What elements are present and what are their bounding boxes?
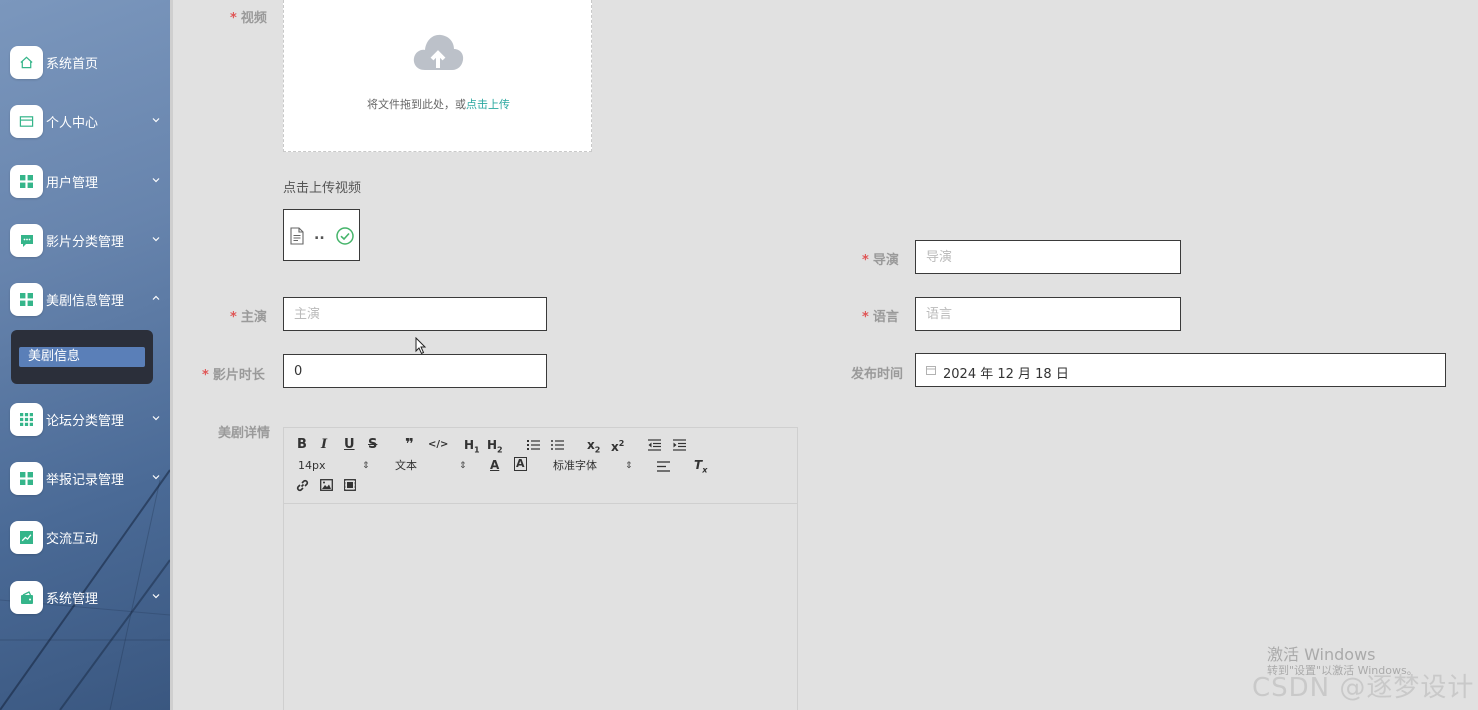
card-icon — [10, 105, 43, 138]
code-block-button[interactable]: </> — [428, 437, 448, 453]
chevron-down-icon — [152, 118, 160, 123]
publish-date-picker[interactable]: 2024 年 12 月 18 日 — [915, 353, 1446, 387]
sidebar-item-film-category[interactable]: 影片分类管理 — [0, 220, 170, 260]
sidebar-item-label: 美剧信息管理 — [46, 294, 125, 309]
chevron-down-icon — [152, 475, 160, 480]
underline-button[interactable]: U — [344, 437, 355, 453]
superscript-button[interactable]: x2 — [611, 436, 624, 455]
heading1-button[interactable]: H1 — [464, 437, 480, 458]
file-name: .. — [314, 227, 325, 243]
director-input[interactable] — [915, 240, 1181, 274]
duration-input[interactable] — [283, 354, 547, 388]
sidebar-item-label: 个人中心 — [46, 116, 99, 131]
chevron-down-icon — [152, 178, 160, 183]
submenu-drama-info: 美剧信息 — [11, 330, 153, 384]
sidebar-item-label: 论坛分类管理 — [46, 414, 125, 429]
sidebar-subitem-drama-info[interactable]: 美剧信息 — [19, 347, 145, 367]
chevron-down-icon — [152, 416, 160, 421]
strikethrough-button[interactable]: S — [368, 437, 377, 453]
sidebar-item-label: 举报记录管理 — [46, 473, 125, 488]
sidebar-item-home[interactable]: 系统首页 — [0, 42, 170, 82]
sidebar-item-label: 影片分类管理 — [46, 235, 125, 250]
csdn-watermark: CSDN @逐梦设计 — [1252, 673, 1475, 703]
chevron-down-icon — [152, 594, 160, 599]
outdent-icon[interactable] — [648, 439, 661, 451]
language-label: * 语言 — [862, 310, 899, 325]
sidebar-item-user-management[interactable]: 用户管理 — [0, 161, 170, 201]
mouse-cursor-icon — [415, 337, 427, 355]
upload-hint: 将文件拖到此处，或点击上传 — [367, 98, 510, 111]
calendar-icon — [926, 366, 936, 375]
image-icon[interactable] — [320, 479, 333, 491]
video-icon[interactable] — [344, 479, 356, 491]
rich-text-editor: B I U S ❞ </> H1 H2 x2 x2 14px ⇕ 文本 ⇕ A A … — [283, 427, 798, 710]
subscript-button[interactable]: x2 — [587, 437, 600, 458]
font-size-select[interactable]: 14px ⇕ — [298, 458, 370, 474]
editor-toolbar: B I U S ❞ </> H1 H2 x2 x2 14px ⇕ 文本 ⇕ A A … — [284, 428, 797, 504]
sidebar-item-label: 系统管理 — [46, 592, 99, 607]
duration-label: * 影片时长 — [202, 368, 265, 383]
language-input[interactable] — [915, 297, 1181, 331]
bullet-list-icon[interactable] — [551, 439, 564, 451]
apps-icon — [10, 403, 43, 436]
home-icon — [10, 46, 43, 79]
italic-button[interactable]: I — [321, 437, 327, 453]
sidebar: 系统首页 个人中心 用户管理 影片分类管理 美剧信息管理 美剧信息 论坛分类管理… — [0, 0, 170, 710]
details-label: 美剧详情 — [218, 426, 271, 441]
bold-button[interactable]: B — [297, 437, 307, 453]
sidebar-item-label: 系统首页 — [46, 57, 99, 72]
clear-format-button[interactable]: Tx — [694, 457, 707, 478]
publish-date-label: 发布时间 — [851, 367, 904, 382]
chart-icon — [10, 521, 43, 554]
background-color-button[interactable]: A — [514, 457, 527, 471]
uploaded-file-card[interactable]: .. — [283, 209, 360, 261]
text-type-select[interactable]: 文本 ⇕ — [395, 458, 467, 474]
upload-tip: 点击上传视频 — [283, 181, 362, 196]
font-color-button[interactable]: A — [490, 457, 499, 473]
grid-icon — [10, 165, 43, 198]
blockquote-button[interactable]: ❞ — [405, 436, 414, 452]
check-circle-icon — [336, 227, 354, 245]
sidebar-item-personal-center[interactable]: 个人中心 — [0, 101, 170, 141]
indent-icon[interactable] — [673, 439, 686, 451]
align-icon[interactable] — [657, 461, 670, 472]
actor-label: * 主演 — [230, 310, 267, 325]
chevron-up-icon — [152, 295, 160, 300]
sidebar-item-system-management[interactable]: 系统管理 — [0, 577, 170, 617]
font-family-select[interactable]: 标准字体 ⇕ — [553, 458, 635, 474]
upload-link[interactable]: 点击上传 — [466, 98, 510, 111]
publish-date-value: 2024 年 12 月 18 日 — [943, 367, 1069, 382]
editor-content-area[interactable] — [284, 505, 797, 710]
sidebar-item-report-records[interactable]: 举报记录管理 — [0, 458, 170, 498]
grid-icon — [10, 283, 43, 316]
chevron-down-icon — [152, 237, 160, 242]
sidebar-item-drama-info-management[interactable]: 美剧信息管理 — [0, 279, 170, 319]
sidebar-item-label: 交流互动 — [46, 532, 99, 547]
sidebar-item-forum-category[interactable]: 论坛分类管理 — [0, 399, 170, 439]
link-icon[interactable] — [296, 479, 309, 492]
sidebar-edge — [170, 0, 173, 710]
sidebar-item-label: 用户管理 — [46, 176, 99, 191]
sidebar-item-interaction[interactable]: 交流互动 — [0, 517, 170, 557]
video-label: * 视频 — [230, 11, 267, 26]
actor-input[interactable] — [283, 297, 547, 331]
grid-icon — [10, 462, 43, 495]
document-icon — [290, 227, 304, 245]
cloud-upload-icon — [413, 34, 464, 70]
director-label: * 导演 — [862, 253, 899, 268]
ordered-list-icon[interactable] — [527, 439, 540, 451]
video-upload-dropzone[interactable]: 将文件拖到此处，或点击上传 — [283, 0, 592, 152]
wallet-icon — [10, 581, 43, 614]
heading2-button[interactable]: H2 — [487, 437, 503, 458]
chat-icon — [10, 224, 43, 257]
